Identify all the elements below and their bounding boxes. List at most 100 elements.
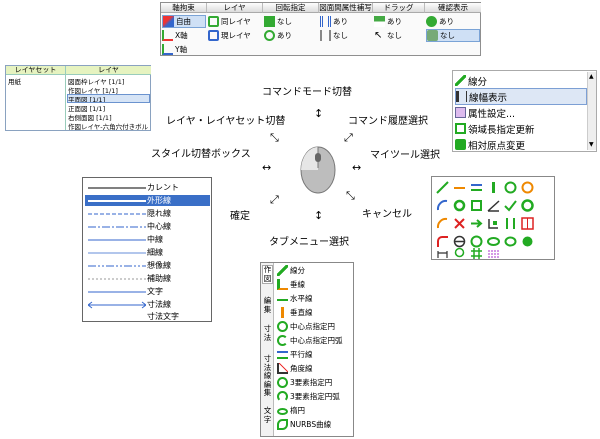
menu-item[interactable]: 水平線 — [277, 292, 353, 305]
label-style-box: スタイル切替ボックス — [149, 148, 253, 162]
history-item[interactable]: 線分 — [455, 72, 587, 89]
confirm-no-option[interactable]: なし — [426, 29, 480, 42]
ring-tool-icon[interactable] — [521, 199, 534, 212]
tab-dimension[interactable]: 寸法 — [262, 324, 273, 342]
line-style-item[interactable]: 隠れ線 — [85, 208, 210, 219]
axis-free-option[interactable]: 自由 — [162, 15, 206, 28]
arrow-diag-icon: ⤡ — [346, 189, 355, 202]
confirm-yes-option[interactable]: あり — [426, 15, 480, 28]
delete-tool-icon[interactable] — [453, 217, 466, 230]
history-item-selected[interactable]: 線幅表示 — [455, 88, 587, 105]
dimension-tool-icon[interactable] — [436, 247, 449, 260]
layer-item[interactable]: 右側面図 [1/1] — [68, 112, 150, 122]
constraint-settings-table: 軸拘束 レイヤ 回転指定 図面間属性補写 ドラッグ 確認表示 自由 同レイヤ な… — [160, 2, 481, 56]
circle-center-icon[interactable] — [521, 181, 534, 194]
drag-icon — [374, 16, 385, 27]
arrow-diag-icon: ⤡ — [270, 131, 279, 144]
current-layer-icon — [208, 30, 219, 41]
rectangle-tool-icon[interactable] — [470, 199, 483, 212]
move-tool-icon[interactable] — [470, 217, 483, 230]
axis-x-option[interactable]: X軸 — [162, 29, 206, 42]
line-tool-icon[interactable] — [436, 181, 449, 194]
offset-tool-icon[interactable] — [436, 217, 449, 230]
line-style-item[interactable]: 中線 — [85, 234, 210, 245]
history-item[interactable]: 領域長指定更新 — [455, 120, 587, 137]
line-style-item[interactable]: 文字 — [85, 286, 210, 297]
grid-tool-icon[interactable] — [470, 247, 483, 260]
layerset-paper[interactable]: 用紙 — [8, 76, 64, 86]
attr-copy-no-option[interactable]: なし — [320, 29, 372, 42]
tab-menu-panel: 作図 編集 寸法 寸法線編集 文字 線分 垂線 水平線 垂直線 中心点指定円 中… — [260, 262, 354, 437]
scroll-up-icon[interactable]: ▲ — [589, 74, 594, 80]
menu-item[interactable]: 3要素指定円弧 — [277, 390, 353, 403]
arc-tool-icon[interactable] — [436, 199, 449, 212]
hatch-tool-icon[interactable] — [487, 247, 500, 260]
scrollbar[interactable]: ▲ ▼ — [587, 72, 596, 150]
cursor-icon: ↖ — [374, 30, 383, 41]
menu-item[interactable]: 角度線 — [277, 362, 353, 375]
tab-draw[interactable]: 作図 — [262, 265, 273, 284]
trim-tool-icon[interactable] — [487, 217, 500, 230]
rotation-none-option[interactable]: なし — [264, 15, 318, 28]
line-style-item[interactable]: 中心線 — [85, 221, 210, 232]
drag-no-option[interactable]: ↖ なし — [374, 29, 424, 42]
array-tool-icon[interactable] — [521, 217, 534, 230]
menu-item[interactable]: 3要素指定円 — [277, 376, 353, 389]
line-style-item[interactable]: 寸法文字 — [85, 311, 210, 322]
line-style-item[interactable]: 想像線 — [85, 260, 210, 271]
dashed-line-icon — [88, 213, 146, 215]
layer-item-selected[interactable]: 平面図 [1/1] — [67, 94, 150, 103]
rotation-yes-icon — [264, 30, 275, 41]
menu-item[interactable]: NURBS曲線 — [277, 418, 353, 431]
rotation-yes-option[interactable]: あり — [264, 29, 318, 42]
layerset-header: レイヤセット — [6, 66, 66, 75]
menu-item[interactable]: 垂直線 — [277, 306, 353, 319]
layer-item[interactable]: 正面図 [1/1] — [68, 103, 150, 113]
perpendicular-icon — [277, 279, 288, 290]
angle-tool-icon[interactable] — [487, 199, 500, 212]
same-layer-option[interactable]: 同レイヤ — [208, 15, 262, 28]
line-style-item[interactable]: カレント — [85, 182, 210, 193]
menu-item[interactable]: 中心点指定円 — [277, 320, 353, 333]
scroll-down-icon[interactable]: ▼ — [589, 142, 594, 148]
medium-line-icon — [88, 239, 146, 241]
check-tool-icon[interactable] — [504, 199, 517, 212]
tab-edit[interactable]: 編集 — [262, 296, 273, 314]
header-axis-constraint: 軸拘束 — [161, 3, 207, 13]
dimension-line-icon — [88, 301, 146, 309]
history-item[interactable]: 属性設定... — [455, 104, 587, 121]
balloon-tool-icon[interactable] — [453, 247, 466, 260]
ellipse-arc-icon[interactable] — [504, 235, 517, 248]
label-command-mode: コマンドモード切替 — [260, 86, 354, 100]
line-style-item-selected[interactable]: 外形線 — [85, 195, 210, 206]
menu-item[interactable]: 垂線 — [277, 278, 353, 291]
label-layer-switch: レイヤ・レイヤセット切替 — [164, 115, 288, 129]
line-style-item[interactable]: 補助線 — [85, 273, 210, 284]
history-item[interactable]: 相対原点変更 — [455, 136, 587, 153]
menu-item[interactable]: 中心点指定円弧 — [277, 334, 353, 347]
layer-item[interactable]: 図面枠レイヤ [1/1] — [68, 76, 150, 86]
origin-icon — [455, 139, 466, 150]
extend-tool-icon[interactable] — [504, 217, 517, 230]
fill-tool-icon[interactable] — [521, 235, 534, 248]
menu-item[interactable]: 線分 — [277, 264, 353, 277]
double-line-icon[interactable] — [470, 181, 483, 194]
line-style-item[interactable]: 細線 — [85, 247, 210, 258]
tab-text[interactable]: 文字 — [262, 406, 273, 424]
auxiliary-line-icon — [88, 278, 146, 280]
attr-copy-yes-option[interactable]: あり — [320, 15, 372, 28]
line-style-item[interactable]: 寸法線 — [85, 299, 210, 310]
current-layer-option[interactable]: 現レイヤ — [208, 29, 262, 42]
menu-item[interactable]: 平行線 — [277, 348, 353, 361]
axis-y-option[interactable]: Y軸 — [162, 43, 206, 56]
circle-green-icon[interactable] — [453, 199, 466, 212]
circle-tool-icon[interactable] — [504, 181, 517, 194]
menu-item[interactable]: 楕円 — [277, 404, 353, 417]
vertical-tool-icon[interactable] — [487, 181, 500, 194]
layer-item[interactable]: 作図レイヤ-六角穴付きボルト — [68, 121, 150, 131]
horizontal-tool-icon[interactable] — [453, 181, 466, 194]
layer-item[interactable]: 作図レイヤ [1/1] — [68, 85, 150, 95]
drag-yes-option[interactable]: あり — [374, 15, 424, 28]
tab-dimension-edit[interactable]: 寸法線編集 — [262, 354, 273, 398]
horizontal-line-icon — [277, 299, 288, 304]
